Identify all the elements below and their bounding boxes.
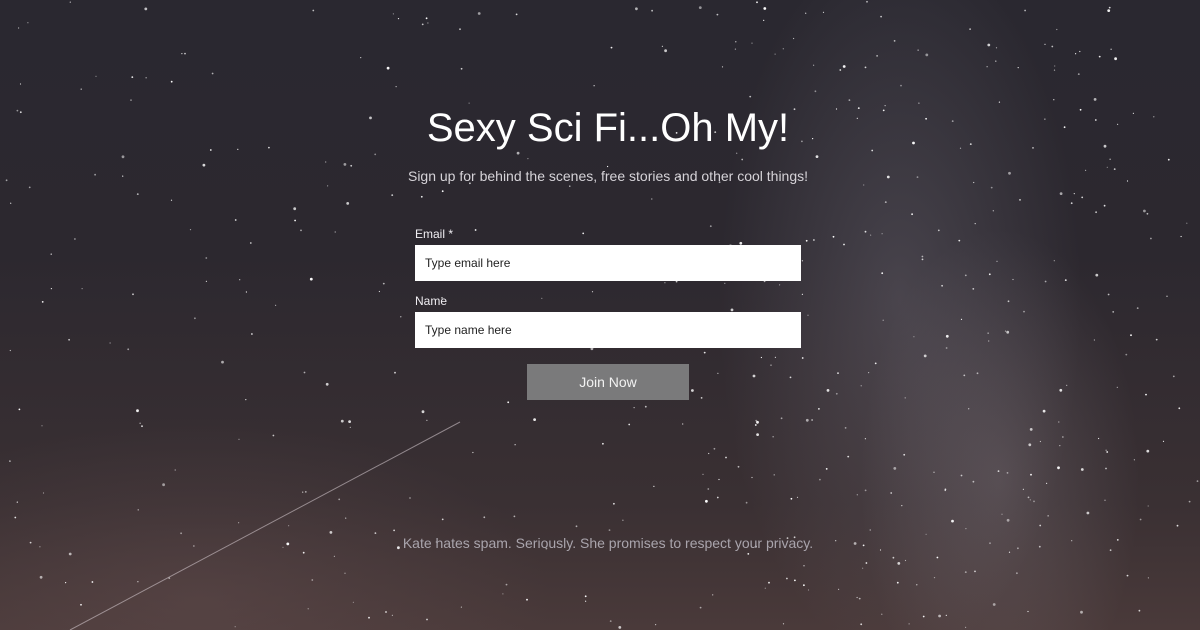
page-subtitle: Sign up for behind the scenes, free stor… <box>407 168 809 184</box>
name-field[interactable] <box>415 312 801 348</box>
signup-panel: Sexy Sci Fi...Oh My! Sign up for behind … <box>0 0 1200 630</box>
join-now-button[interactable]: Join Now <box>527 364 689 400</box>
privacy-note: Kate hates spam. Seriously. She promises… <box>402 535 814 551</box>
email-label: Email * <box>415 227 454 241</box>
email-field[interactable] <box>415 245 801 281</box>
page-title: Sexy Sci Fi...Oh My! <box>426 106 790 150</box>
signup-form: Email * Name <box>415 227 801 361</box>
name-label: Name <box>415 294 448 308</box>
